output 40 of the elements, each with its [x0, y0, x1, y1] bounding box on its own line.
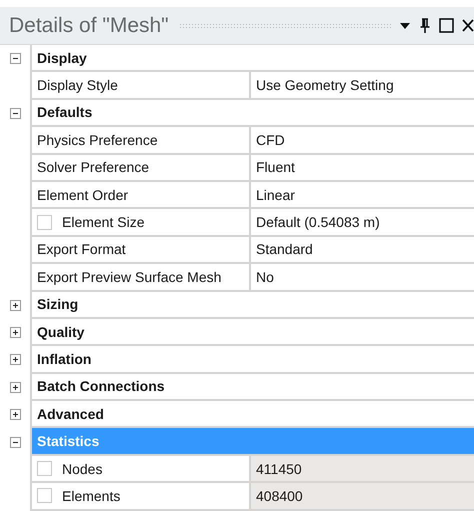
- window-title: Details of "Mesh": [9, 14, 169, 38]
- expand-icon[interactable]: [10, 382, 20, 393]
- property-label: Nodes: [62, 460, 102, 477]
- close-icon[interactable]: [462, 19, 474, 32]
- section-header[interactable]: Inflation: [30, 346, 474, 374]
- expand-icon[interactable]: [10, 409, 20, 420]
- property-value[interactable]: Default (0.54083 m): [251, 209, 474, 237]
- expand-icon[interactable]: [10, 327, 20, 338]
- checkbox[interactable]: [37, 461, 52, 476]
- property-label: Physics Preference: [37, 132, 158, 148]
- section-header[interactable]: Sizing: [30, 292, 474, 319]
- checkbox[interactable]: [37, 488, 52, 504]
- section-header[interactable]: Display: [30, 45, 474, 72]
- section-header[interactable]: Batch Connections: [30, 374, 474, 402]
- maximize-icon[interactable]: [439, 18, 454, 33]
- property-value[interactable]: Fluent: [251, 154, 474, 182]
- expand-icon[interactable]: [10, 354, 20, 366]
- pin-icon[interactable]: [419, 18, 431, 34]
- collapse-icon[interactable]: [10, 108, 20, 119]
- checkbox[interactable]: [37, 214, 52, 230]
- property-value[interactable]: 408400: [251, 483, 474, 511]
- grip-handle[interactable]: [178, 22, 391, 28]
- collapse-icon[interactable]: [10, 436, 20, 448]
- property-label: Element Order: [37, 186, 128, 203]
- property-value[interactable]: Standard: [251, 236, 474, 264]
- property-label: Solver Preference: [37, 159, 150, 176]
- section-header[interactable]: Defaults: [30, 100, 474, 128]
- property-label: Elements: [62, 488, 120, 504]
- property-label: Element Size: [62, 214, 144, 230]
- property-value[interactable]: 411450: [251, 456, 474, 484]
- collapse-icon[interactable]: [10, 53, 20, 64]
- property-label: Export Format: [37, 241, 126, 258]
- property-value[interactable]: Linear: [251, 182, 474, 210]
- property-value[interactable]: CFD: [251, 127, 474, 155]
- property-value[interactable]: No: [251, 264, 474, 292]
- property-label: Export Preview Surface Mesh: [37, 268, 222, 285]
- expand-icon[interactable]: [10, 300, 20, 311]
- property-value[interactable]: Use Geometry Setting: [251, 72, 474, 100]
- property-label: Display Style: [37, 77, 118, 94]
- section-header[interactable]: Quality: [30, 318, 474, 346]
